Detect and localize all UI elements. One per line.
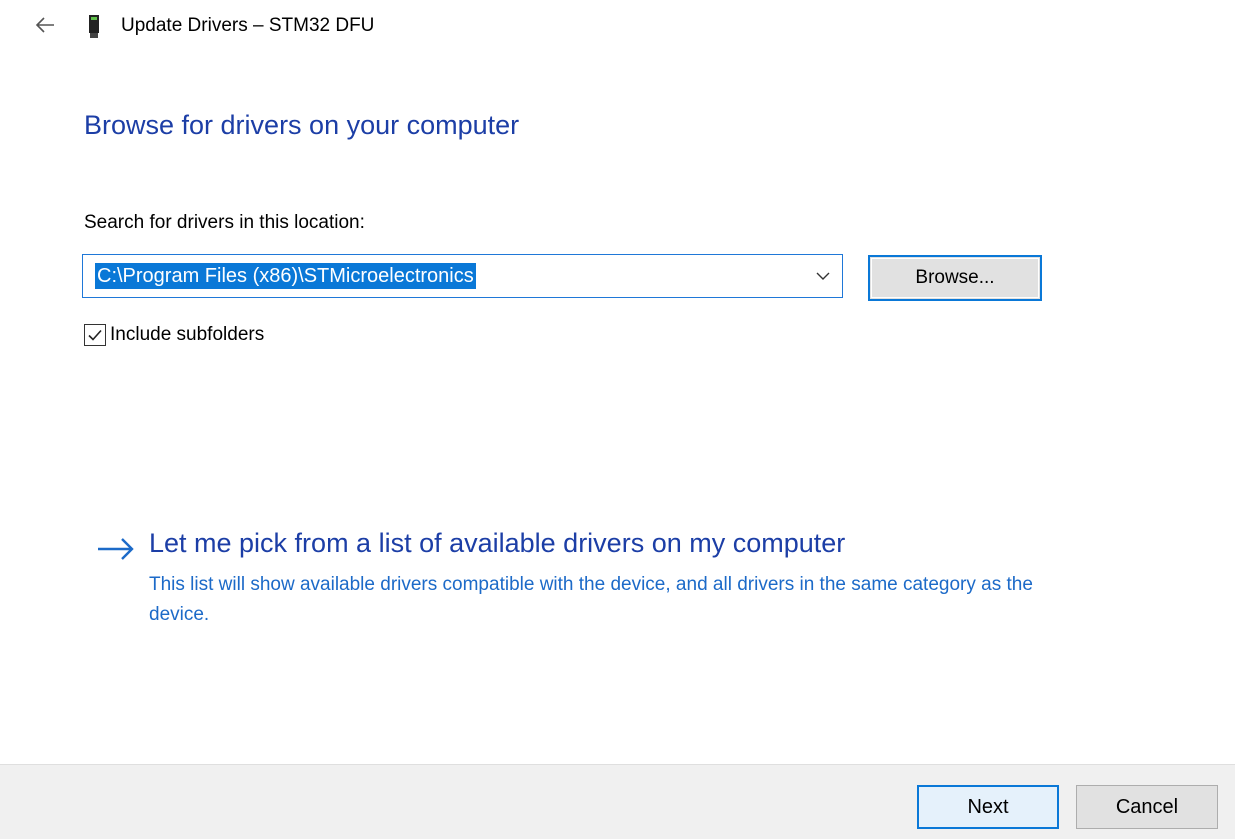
- checkmark-icon: [88, 329, 102, 341]
- usb-device-icon: [89, 15, 99, 38]
- dialog-footer: Next Cancel: [0, 764, 1235, 839]
- window-title: Update Drivers – STM32 DFU: [121, 15, 375, 36]
- arrow-left-icon: [35, 17, 54, 33]
- include-subfolders-label: Include subfolders: [110, 324, 265, 345]
- next-button[interactable]: Next: [917, 785, 1059, 829]
- cancel-button[interactable]: Cancel: [1076, 785, 1218, 829]
- pick-from-list-link[interactable]: Let me pick from a list of available dri…: [149, 528, 845, 559]
- arrow-right-icon: [98, 538, 134, 560]
- include-subfolders-checkbox[interactable]: [84, 324, 106, 346]
- browse-button[interactable]: Browse...: [868, 255, 1042, 301]
- chevron-down-icon[interactable]: [814, 267, 832, 285]
- driver-path-input[interactable]: C:\Program Files (x86)\STMicroelectronic…: [95, 263, 476, 289]
- title-bar: Update Drivers – STM32 DFU: [0, 0, 1235, 56]
- driver-path-combobox[interactable]: C:\Program Files (x86)\STMicroelectronic…: [82, 254, 843, 298]
- back-button[interactable]: [32, 14, 58, 40]
- update-drivers-window: Update Drivers – STM32 DFU Browse for dr…: [0, 0, 1235, 839]
- search-location-label: Search for drivers in this location:: [84, 212, 365, 233]
- page-heading: Browse for drivers on your computer: [84, 110, 520, 140]
- include-subfolders-option[interactable]: Include subfolders: [84, 322, 264, 348]
- pick-from-list-description: This list will show available drivers co…: [149, 574, 1033, 625]
